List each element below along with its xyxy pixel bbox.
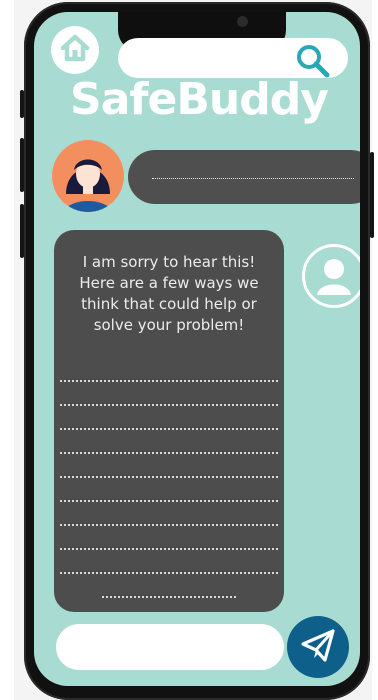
woman-avatar-icon [52, 140, 124, 212]
reply-placeholder-line [60, 380, 278, 382]
front-camera [237, 16, 248, 27]
reply-placeholder-line [60, 548, 278, 550]
phone-volume-down-button [20, 204, 24, 258]
send-paper-plane-icon [299, 626, 337, 668]
page-edge-right [372, 0, 378, 700]
bot-message-placeholder-line [152, 178, 354, 179]
phone-volume-up-button [20, 138, 24, 192]
reply-placeholder-line [60, 572, 278, 574]
phone-power-button [370, 152, 374, 238]
search-input[interactable] [118, 38, 348, 78]
reply-message-text: I am sorry to hear this! Here are a few … [79, 253, 259, 334]
send-button[interactable] [287, 616, 349, 678]
reply-placeholder-line [60, 500, 278, 502]
reply-placeholder-line [102, 596, 236, 598]
reply-placeholder-line [60, 524, 278, 526]
user-profile-icon [302, 244, 360, 308]
reply-message-card: I am sorry to hear this! Here are a few … [54, 230, 284, 612]
home-icon [58, 31, 92, 69]
phone-screen: SafeBuddy I am sorry to hear this! Here … [34, 12, 360, 686]
bot-message-bubble [128, 150, 360, 204]
reply-placeholder-line [60, 404, 278, 406]
app-logo-text: SafeBuddy [70, 74, 329, 125]
reply-placeholder-line [60, 476, 278, 478]
reply-placeholder-line [60, 452, 278, 454]
message-input[interactable] [56, 624, 284, 670]
phone-side-button [20, 90, 24, 118]
page-edge-left [0, 0, 14, 700]
reply-placeholder-line [60, 428, 278, 430]
home-button[interactable] [51, 26, 99, 74]
